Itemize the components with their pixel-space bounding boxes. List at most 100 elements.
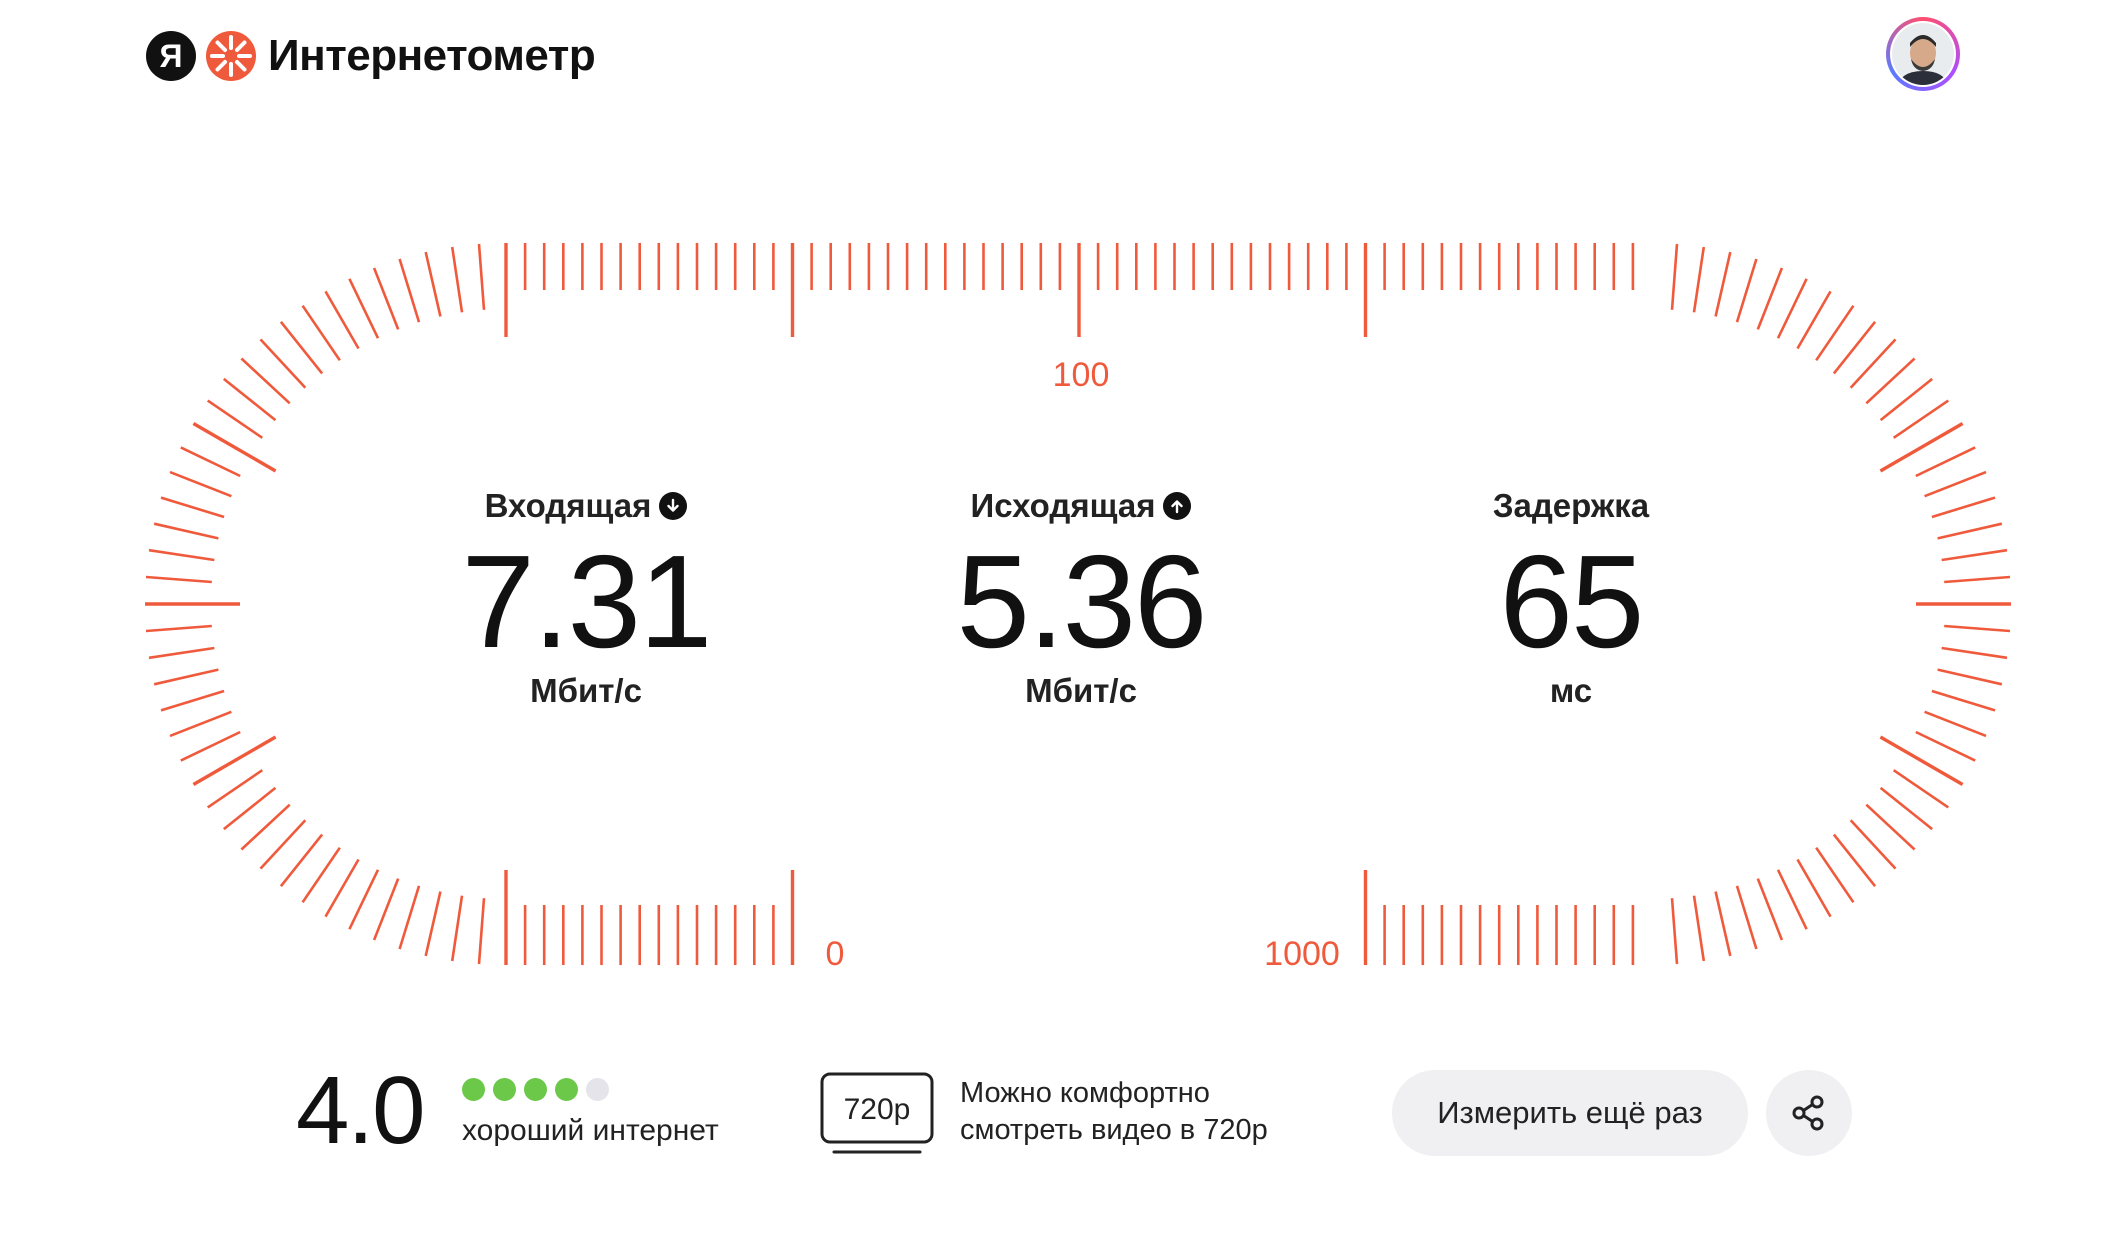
gauge-tick — [1815, 846, 1855, 904]
download-unit: Мбит/с — [530, 672, 642, 709]
gauge-tick — [240, 357, 291, 405]
rating-dot-filled — [555, 1078, 578, 1101]
gauge-tick — [259, 819, 307, 870]
gauge-tick — [1937, 668, 2003, 686]
gauge-tick — [1892, 399, 1950, 439]
gauge-tick — [1670, 898, 1679, 965]
gauge-tick — [1865, 357, 1916, 405]
gauge-tick — [1944, 624, 2011, 633]
gauge-label-100: 100 — [1053, 356, 1110, 394]
gauge-tick — [1735, 258, 1758, 323]
video-text-line1: Можно комфортно — [960, 1077, 1210, 1109]
gauge-tick — [145, 575, 212, 584]
gauge-tick — [1892, 769, 1950, 809]
gauge-tick — [1756, 878, 1784, 941]
gauge-tick — [372, 878, 400, 941]
gauge-tick — [145, 624, 212, 633]
gauge-tick — [1692, 246, 1706, 313]
gauge-major-tick — [192, 422, 277, 473]
gauge-major-tick — [1879, 422, 1964, 473]
download-label: Входящая — [484, 487, 652, 524]
gauge-tick — [1776, 869, 1808, 930]
gauge-tick — [1849, 819, 1897, 870]
gauge-tick — [348, 869, 380, 930]
upload-unit: Мбит/с — [1025, 672, 1137, 709]
gauge-tick — [259, 338, 307, 389]
gauge-tick — [372, 267, 400, 330]
gauge-tick — [424, 251, 442, 317]
gauge-tick — [1692, 895, 1706, 962]
gauge-tick — [1796, 858, 1832, 918]
rating-dot-empty — [586, 1078, 609, 1101]
gauge-tick — [148, 548, 215, 562]
gauge-tick — [279, 320, 324, 375]
gauge-tick — [222, 786, 277, 831]
gauge-tick — [1879, 377, 1934, 422]
gauge-tick — [169, 470, 232, 498]
gauge-tick — [153, 522, 219, 540]
video-quality-text: Можно комфортно смотреть видео в 720p — [960, 1075, 1360, 1149]
gauge-tick — [148, 646, 215, 660]
gauge-tick — [301, 304, 341, 362]
gauge-tick — [1937, 522, 2003, 540]
rating-text: хороший интернет — [462, 1114, 719, 1147]
gauge-tick — [477, 243, 486, 310]
gauge-tick — [1832, 320, 1877, 375]
gauge-tick — [222, 377, 277, 422]
gauge-tick — [160, 689, 225, 712]
gauge-tick — [301, 846, 341, 904]
gauge-tick — [324, 290, 360, 350]
rating-dot-filled — [462, 1078, 485, 1101]
gauge-tick — [1879, 786, 1934, 831]
download-value: 7.31 — [461, 528, 713, 675]
gauge-tick — [206, 399, 264, 439]
gauge-tick — [348, 278, 380, 339]
gauge-tick — [1941, 548, 2008, 562]
gauge-tick — [180, 730, 241, 762]
latency-label: Задержка — [1492, 487, 1650, 524]
share-icon — [1792, 1095, 1824, 1131]
upload-metric: Исходящая 5.36 Мбит/с — [881, 484, 1281, 710]
gauge-tick — [1931, 689, 1996, 712]
gauge-tick — [169, 710, 232, 738]
gauge-tick — [424, 891, 442, 957]
gauge-tick — [1735, 885, 1758, 950]
gauge-tick — [279, 833, 324, 888]
rating-dot-filled — [493, 1078, 516, 1101]
gauge-tick — [160, 496, 225, 519]
rating-score: 4.0 — [296, 1057, 425, 1164]
arrow-down-icon — [659, 492, 688, 520]
gauge-tick — [1756, 267, 1784, 330]
measure-again-button[interactable]: Измерить ещё раз — [1392, 1070, 1748, 1156]
gauge-tick — [1714, 251, 1732, 317]
gauge-major-tick — [1879, 735, 1964, 786]
gauge-tick — [1941, 646, 2008, 660]
download-metric: Входящая 7.31 Мбит/с — [386, 484, 786, 710]
gauge-tick — [153, 668, 219, 686]
video-quality-badge: 720p — [844, 1093, 911, 1126]
gauge-tick — [1915, 730, 1976, 762]
gauge-tick — [1849, 338, 1897, 389]
rating-dots — [462, 1078, 609, 1101]
video-text-line2: смотреть видео в 720p — [960, 1114, 1268, 1146]
gauge-label-1000: 1000 — [1264, 935, 1340, 973]
latency-value: 65 — [1499, 528, 1645, 675]
gauge-tick — [180, 446, 241, 478]
gauge-tick — [206, 769, 264, 809]
gauge-label-0: 0 — [826, 935, 845, 973]
gauge-tick — [1815, 304, 1855, 362]
arrow-up-icon — [1163, 492, 1192, 520]
video-quality-icon: 720p — [820, 1072, 934, 1154]
gauge-tick — [1832, 833, 1877, 888]
gauge-tick — [1776, 278, 1808, 339]
gauge-tick — [1915, 446, 1976, 478]
gauge-tick — [1796, 290, 1832, 350]
gauge-tick — [1931, 496, 1996, 519]
gauge-tick — [477, 898, 486, 965]
rating-dot-filled — [524, 1078, 547, 1101]
gauge-tick — [450, 246, 464, 313]
share-button[interactable] — [1766, 1070, 1852, 1156]
gauge-tick — [398, 885, 421, 950]
gauge-tick — [1944, 575, 2011, 584]
gauge-tick — [1714, 891, 1732, 957]
